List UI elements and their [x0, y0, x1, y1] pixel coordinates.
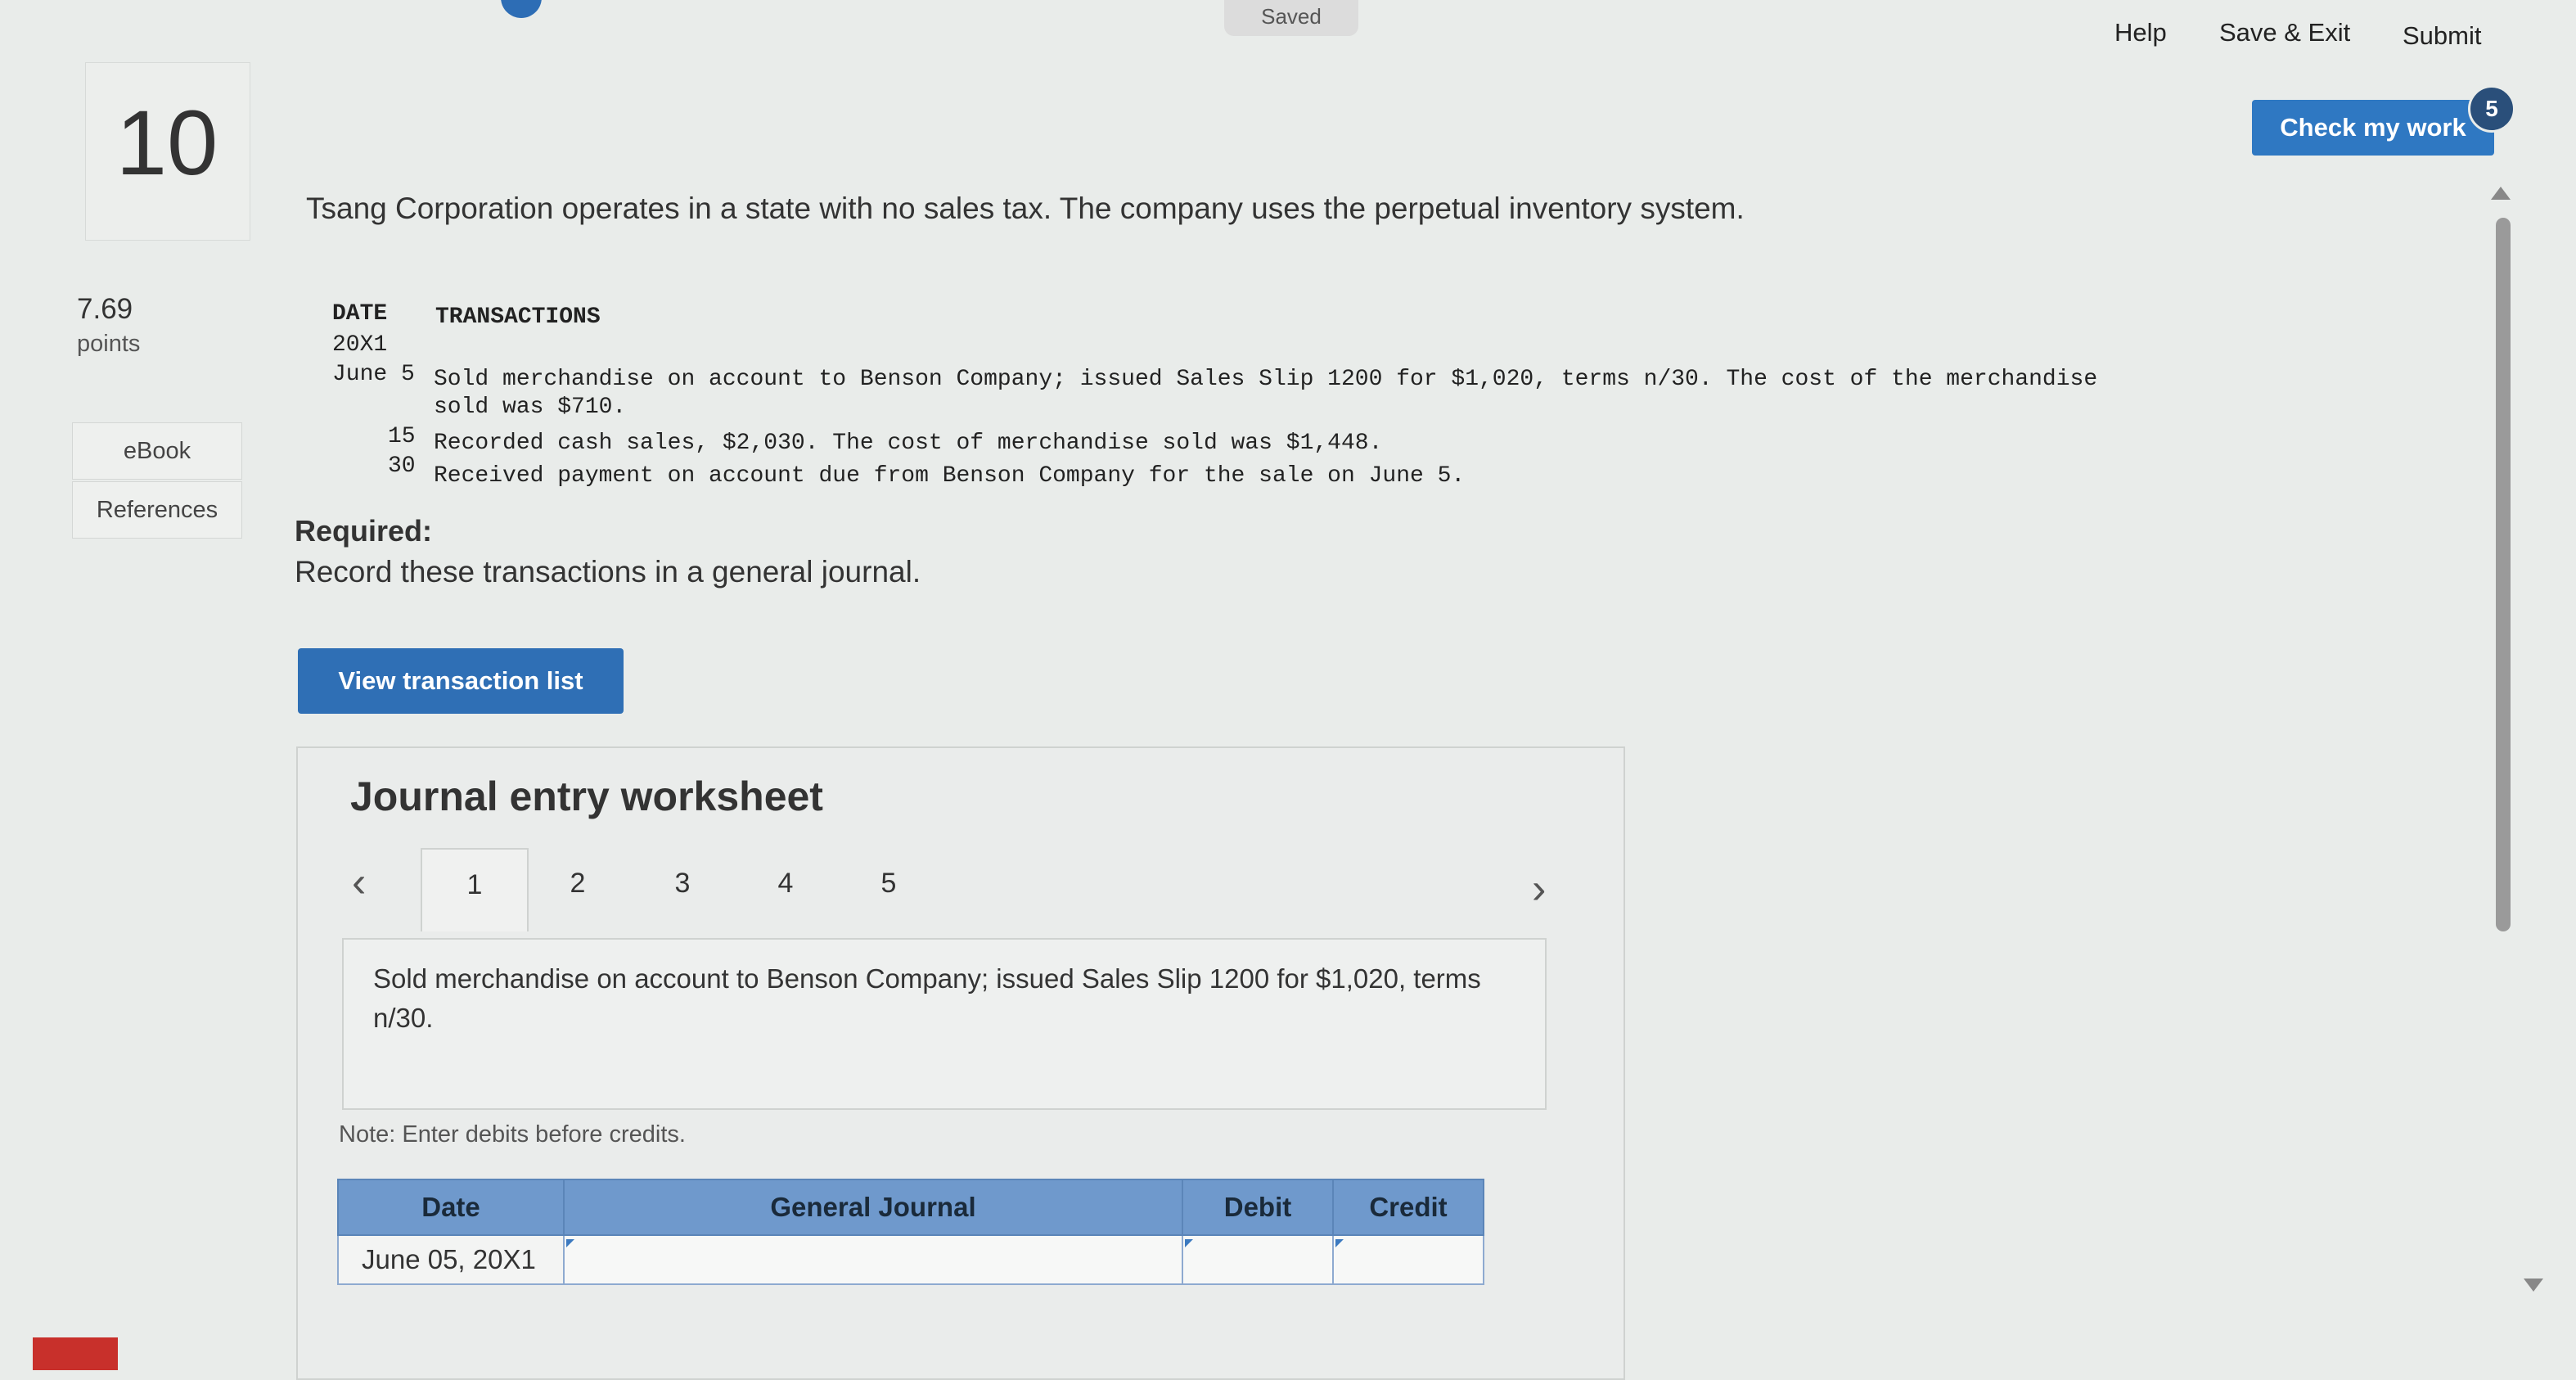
tx3-day: 30: [388, 453, 416, 479]
required-text: Record these transactions in a general j…: [295, 555, 921, 589]
question-number: 10: [115, 92, 218, 194]
check-attempts-badge: 5: [2468, 85, 2515, 133]
check-my-work-button[interactable]: Check my work: [2252, 100, 2494, 156]
brand-logo: [33, 1337, 118, 1370]
debit-input[interactable]: [1182, 1234, 1334, 1285]
tab-entry-1[interactable]: 1: [421, 848, 529, 931]
required-heading: Required:: [295, 514, 433, 548]
references-button[interactable]: References: [72, 481, 242, 539]
prev-entry-chevron-left-icon[interactable]: ‹: [352, 861, 366, 904]
col-header-general-journal: General Journal: [563, 1179, 1183, 1236]
tx2-day: 15: [388, 424, 416, 449]
journal-entry-table: Date General Journal Debit Credit June 0…: [337, 1179, 1484, 1285]
col-header-date: Date: [337, 1179, 565, 1236]
tab-entry-3[interactable]: 3: [630, 848, 735, 930]
tx-header-date: DATE: [332, 301, 388, 327]
points-value: 7.69: [77, 293, 133, 325]
col-header-debit: Debit: [1182, 1179, 1334, 1236]
next-entry-chevron-right-icon[interactable]: ›: [1532, 868, 1546, 910]
question-intro: Tsang Corporation operates in a state wi…: [306, 192, 1745, 225]
scroll-down-arrow-icon[interactable]: [2524, 1279, 2543, 1292]
col-header-credit: Credit: [1332, 1179, 1484, 1236]
submit-link[interactable]: Submit: [2403, 21, 2481, 51]
table-row: June 05, 20X1: [337, 1234, 1484, 1285]
points-label: points: [77, 331, 141, 357]
tx3-text: Received payment on account due from Ben…: [434, 463, 1466, 489]
tx-year: 20X1: [332, 332, 388, 358]
entry-description: Sold merchandise on account to Benson Co…: [373, 963, 1481, 1033]
scrollbar-thumb[interactable]: [2496, 218, 2511, 931]
tx1-text: Sold merchandise on account to Benson Co…: [434, 367, 2098, 392]
info-icon[interactable]: [501, 0, 542, 18]
ebook-button[interactable]: eBook: [72, 422, 242, 480]
general-journal-input[interactable]: [563, 1234, 1183, 1285]
tx2-text: Recorded cash sales, $2,030. The cost of…: [434, 431, 1383, 456]
tx1-text-cont: sold was $710.: [434, 395, 627, 420]
save-exit-link[interactable]: Save & Exit: [2219, 18, 2350, 47]
tab-entry-4[interactable]: 4: [733, 848, 838, 930]
worksheet-title: Journal entry worksheet: [350, 773, 823, 819]
tx-header-transactions: TRANSACTIONS: [435, 304, 601, 330]
entry-note: Note: Enter debits before credits.: [339, 1121, 686, 1148]
row-date: June 05, 20X1: [337, 1234, 565, 1285]
scroll-up-arrow-icon[interactable]: [2491, 187, 2511, 200]
saved-status: Saved: [1224, 0, 1358, 36]
view-transaction-list-button[interactable]: View transaction list: [298, 648, 624, 714]
credit-input[interactable]: [1332, 1234, 1484, 1285]
tab-entry-2[interactable]: 2: [525, 848, 630, 930]
tx1-day: June 5: [332, 362, 415, 387]
help-link[interactable]: Help: [2114, 18, 2167, 47]
tab-entry-5[interactable]: 5: [836, 848, 941, 930]
